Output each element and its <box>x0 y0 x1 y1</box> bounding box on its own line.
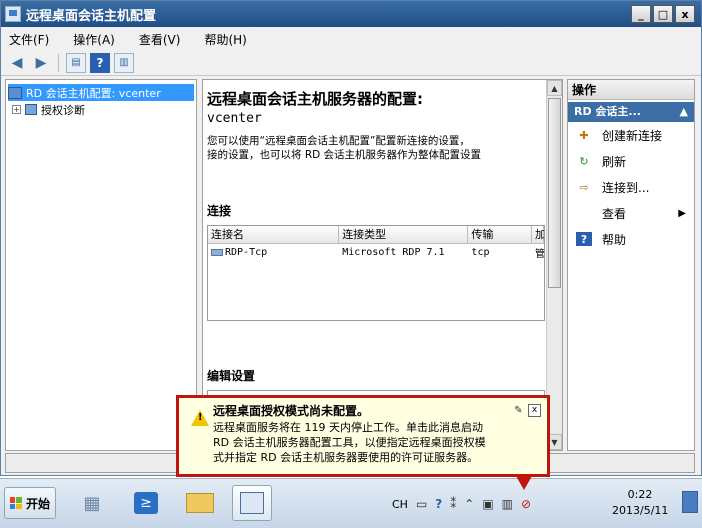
toolbar: ◀ ▶ ▤ ? ▥ <box>1 50 701 76</box>
network-icon[interactable]: ▥ <box>502 497 513 511</box>
options-icon[interactable]: ⁑ <box>450 497 456 511</box>
clock[interactable]: 0:22 2013/5/11 <box>612 487 668 519</box>
action-label: 连接到... <box>602 180 650 195</box>
table-header: 连接名 连接类型 传输 加 <box>208 226 544 244</box>
action-group-label: RD 会话主... <box>574 105 641 118</box>
menu-help[interactable]: 帮助(H) <box>204 31 246 48</box>
connections-label: 连接 <box>207 204 232 218</box>
windows-logo-icon <box>9 497 22 509</box>
volume-muted-icon[interactable]: ⊘ <box>521 497 531 511</box>
window-title: 远程桌面会话主机配置 <box>26 8 157 24</box>
help-icon: ? <box>576 232 592 246</box>
language-indicator[interactable]: CH <box>392 498 408 511</box>
description-line-2: 接的设置，也可以将 RD 会话主机服务器作为整体配置设置 <box>207 149 482 161</box>
action-group-header[interactable]: RD 会话主... ▲ <box>568 102 694 122</box>
tree-item-label: 授权诊断 <box>41 103 85 117</box>
forward-arrow-icon[interactable]: ▶ <box>31 53 51 73</box>
server-manager-icon[interactable]: ▦ <box>72 485 112 521</box>
action-view[interactable]: 查看 ▶ <box>568 200 694 226</box>
menu-view[interactable]: 查看(V) <box>139 31 181 48</box>
start-label: 开始 <box>25 496 50 511</box>
clock-time: 0:22 <box>627 488 653 501</box>
toolbar-separator <box>58 53 59 72</box>
close-button[interactable]: x <box>675 5 695 23</box>
page-title: 远程桌面会话主机服务器的配置: <box>207 90 424 108</box>
system-tray: CH ▭ ? ⁑ ⌃ ▣ ▥ ⊘ <box>392 479 531 528</box>
taskbar: 开始 ▦ ≥ CH ▭ ? ⁑ ⌃ ▣ ▥ ⊘ 0:22 2013/5/11 <box>0 478 702 528</box>
rd-licensing-tray-icon[interactable]: ▣ <box>482 497 493 511</box>
column-header-extra[interactable]: 加 <box>532 226 544 243</box>
action-label: 查看 <box>602 206 627 221</box>
show-hide-tree-icon[interactable]: ▤ <box>66 52 86 73</box>
back-arrow-icon[interactable]: ◀ <box>7 53 27 73</box>
action-help[interactable]: ? 帮助 <box>568 226 694 252</box>
warning-icon-mark: ! <box>198 412 203 423</box>
show-hide-action-pane-icon[interactable]: ▥ <box>114 52 134 73</box>
action-label: 创建新连接 <box>602 128 663 143</box>
column-header-name[interactable]: 连接名 <box>208 226 340 243</box>
powershell-icon[interactable]: ≥ <box>126 485 166 521</box>
menu-bar: 文件(F) 操作(A) 查看(V) 帮助(H) <box>1 28 701 50</box>
help-tray-icon[interactable]: ? <box>435 497 442 511</box>
server-name: vcenter <box>207 111 262 126</box>
wrench-icon[interactable]: ✎ <box>512 404 525 417</box>
title-bar[interactable]: 远程桌面会话主机配置 _ □ x <box>1 1 701 27</box>
window-controls: _ □ x <box>631 5 695 23</box>
menu-file[interactable]: 文件(F) <box>9 31 49 48</box>
cell-name: RDP-Tcp <box>208 247 339 258</box>
computer-icon <box>8 86 22 99</box>
console-tree: RD 会话主机配置: vcenter + 授权诊断 <box>5 79 197 451</box>
description-line-1: 您可以使用“远程桌面会话主机配置”配置新连接的设置， <box>207 135 470 147</box>
help-icon[interactable]: ? <box>90 52 110 73</box>
action-label: 帮助 <box>602 232 627 247</box>
edit-settings-label: 编辑设置 <box>207 369 256 383</box>
notification-title: 远程桌面授权模式尚未配置。 <box>213 404 370 418</box>
show-hidden-icons[interactable]: ⌃ <box>464 497 474 511</box>
cell-transport: tcp <box>471 247 490 258</box>
app-icon <box>5 6 21 22</box>
action-pane: 操作 RD 会话主... ▲ ✚ 创建新连接 ↻ 刷新 ⇨ 连接到... 查看 … <box>567 79 695 451</box>
connection-name: RDP-Tcp <box>225 247 268 258</box>
clock-date: 2013/5/11 <box>612 504 669 517</box>
rd-session-host-config-taskbar-icon[interactable] <box>232 485 272 521</box>
tree-item-licensing-diagnosis[interactable]: + 授权诊断 <box>8 101 194 118</box>
keyboard-icon[interactable]: ▭ <box>416 497 427 511</box>
refresh-icon: ↻ <box>579 154 589 168</box>
new-connection-icon: ✚ <box>579 128 589 142</box>
action-pane-header: 操作 <box>568 80 694 100</box>
minimize-button[interactable]: _ <box>631 5 651 23</box>
connect-icon: ⇨ <box>579 180 589 194</box>
scroll-up-icon[interactable]: ▲ <box>547 80 562 96</box>
maximize-button[interactable]: □ <box>653 5 673 23</box>
action-connect-to[interactable]: ⇨ 连接到... <box>568 174 694 200</box>
tree-item-label: RD 会话主机配置: vcenter <box>26 86 161 100</box>
table-row[interactable]: RDP-Tcp Microsoft RDP 7.1 tcp 管 <box>208 244 544 261</box>
notification-line-1: 远程桌面服务将在 119 天内停止工作。单击此消息启动 <box>213 421 483 434</box>
collapse-icon[interactable]: ▲ <box>680 102 688 122</box>
notification-line-3: 式并指定 RD 会话主机服务器要使用的许可证服务器。 <box>213 451 479 464</box>
show-desktop-button[interactable] <box>682 491 698 513</box>
explorer-icon[interactable] <box>180 485 220 521</box>
action-refresh[interactable]: ↻ 刷新 <box>568 148 694 174</box>
diagnosis-icon <box>25 104 37 115</box>
menu-action[interactable]: 操作(A) <box>73 31 115 48</box>
cell-extra: 管 <box>532 245 544 260</box>
licensing-notification-balloon[interactable]: ! 远程桌面授权模式尚未配置。 远程桌面服务将在 119 天内停止工作。单击此消… <box>176 395 550 490</box>
action-label: 刷新 <box>602 154 627 169</box>
view-icon <box>576 206 592 220</box>
submenu-arrow-icon: ▶ <box>678 207 686 219</box>
expand-icon[interactable]: + <box>12 105 21 114</box>
connection-icon <box>211 248 223 256</box>
connections-table: 连接名 连接类型 传输 加 RDP-Tcp Microsoft RDP 7.1 … <box>207 225 545 321</box>
column-header-transport[interactable]: 传输 <box>468 226 533 243</box>
column-header-type[interactable]: 连接类型 <box>339 226 469 243</box>
cell-type: Microsoft RDP 7.1 <box>342 247 445 258</box>
scroll-thumb[interactable] <box>548 98 561 288</box>
start-button[interactable]: 开始 <box>4 487 56 519</box>
notification-line-2: RD 会话主机服务器配置工具，以便指定远程桌面授权模 <box>213 436 486 449</box>
balloon-tail <box>516 476 532 490</box>
tree-item-rd-session-host[interactable]: RD 会话主机配置: vcenter <box>8 84 194 101</box>
action-create-connection[interactable]: ✚ 创建新连接 <box>568 122 694 148</box>
notification-close-button[interactable]: x <box>528 404 541 417</box>
